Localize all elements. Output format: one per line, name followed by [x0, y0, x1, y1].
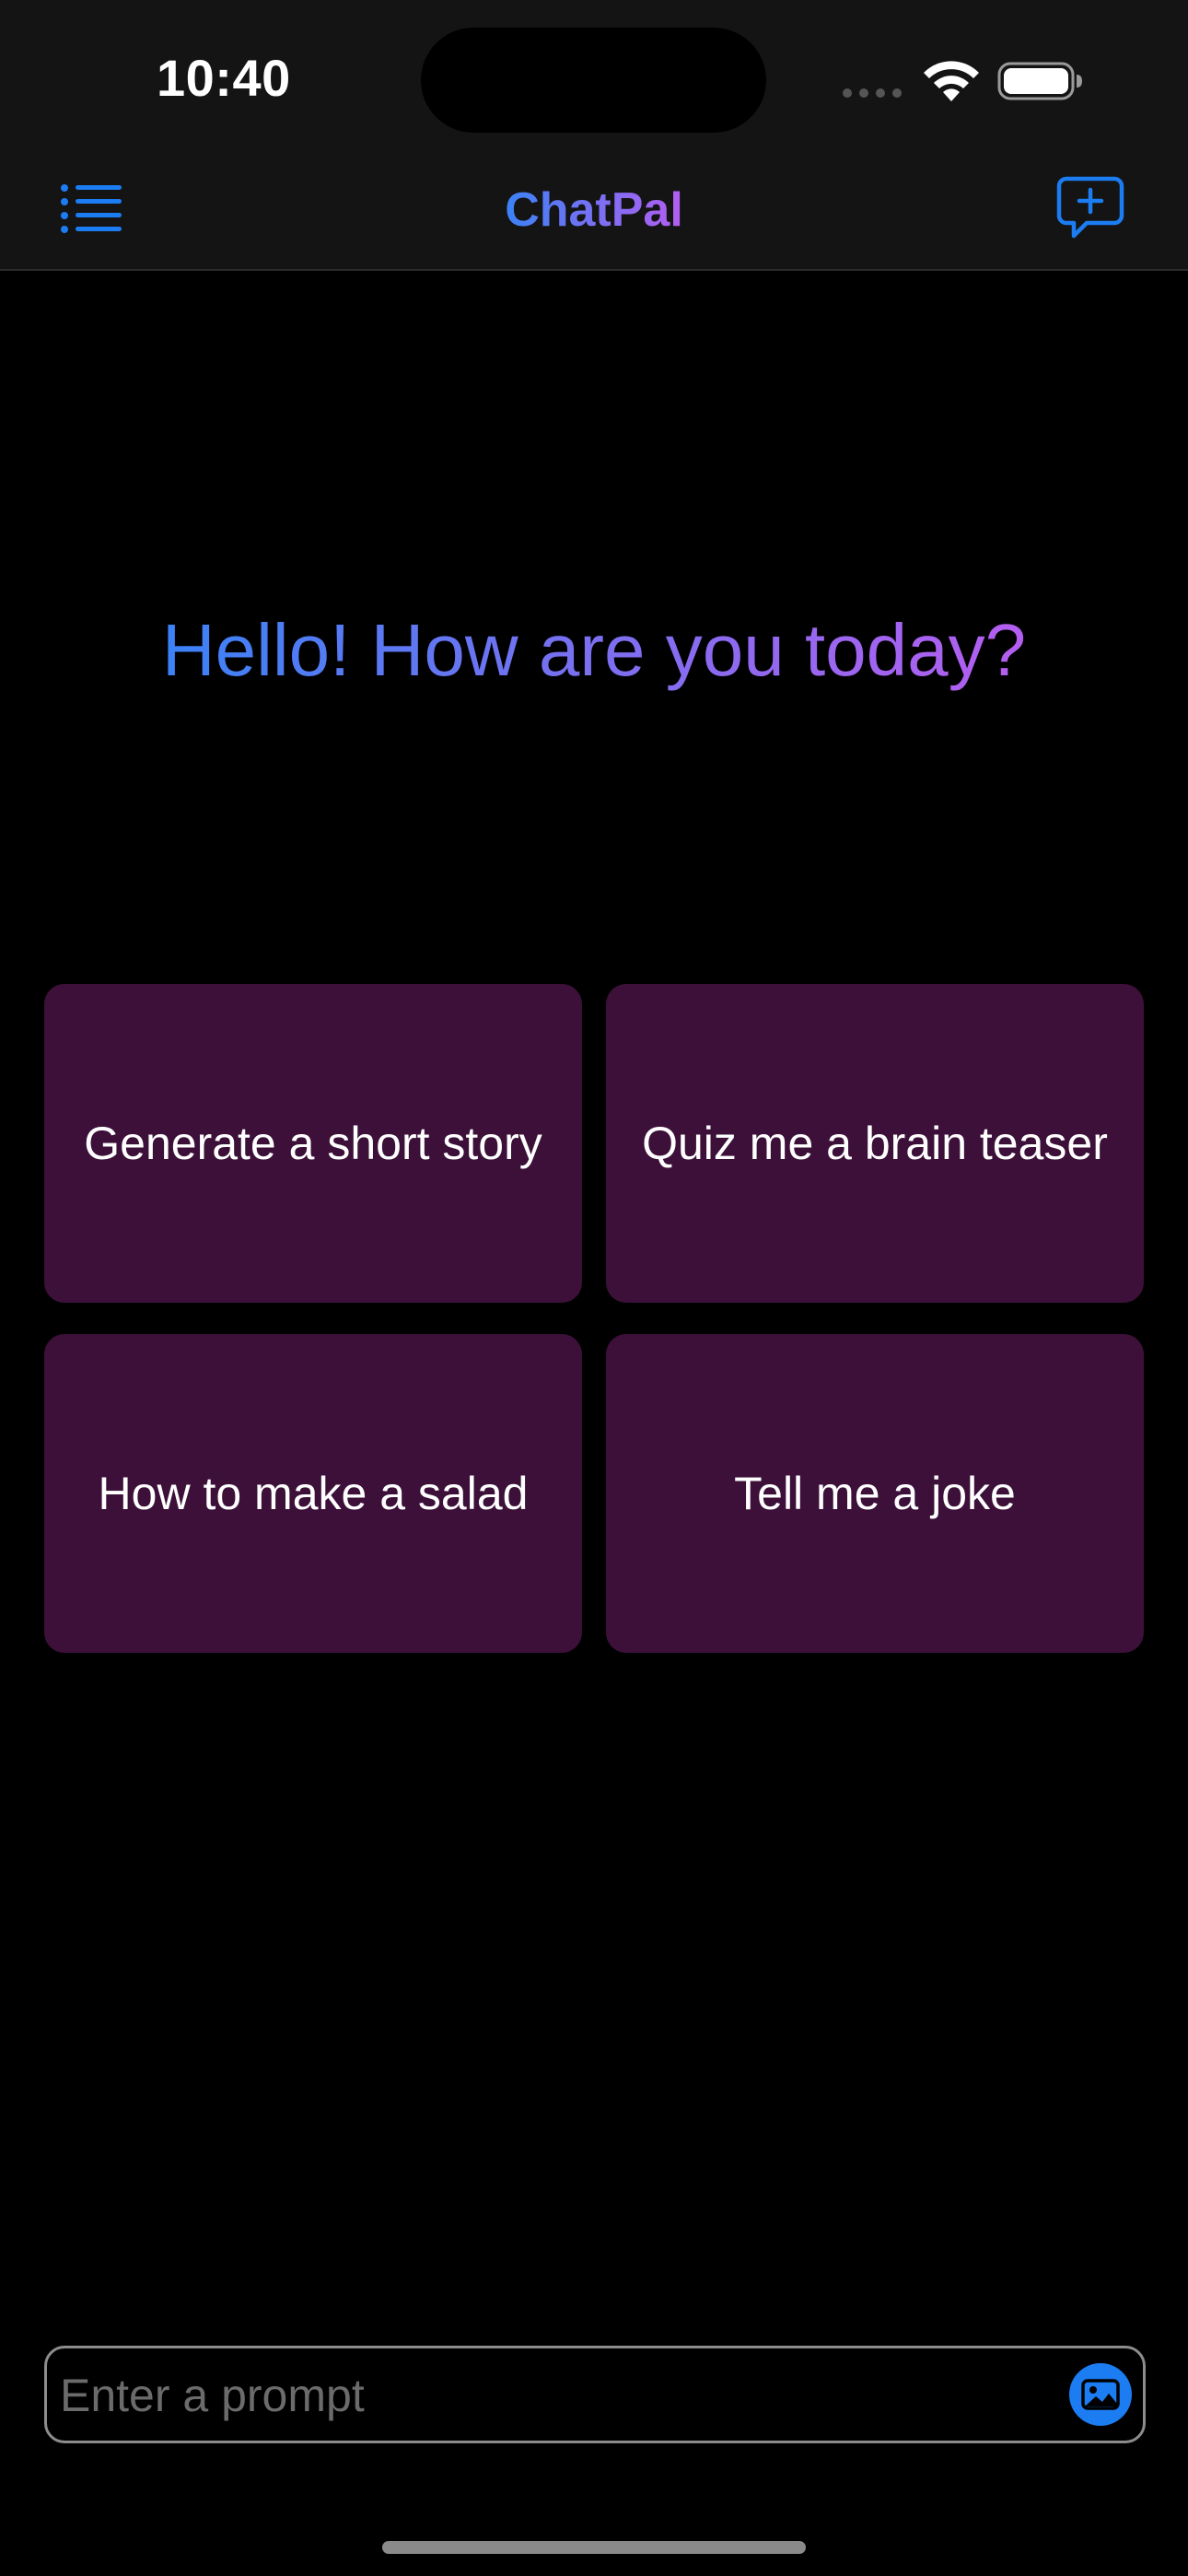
- greeting-heading: Hello! How are you today?: [0, 604, 1188, 697]
- suggestion-card-short-story[interactable]: Generate a short story: [44, 984, 582, 1303]
- suggestion-label: How to make a salad: [98, 1468, 529, 1519]
- wifi-icon: [924, 61, 979, 101]
- prompt-composer: [44, 2346, 1146, 2443]
- battery-icon: [997, 62, 1082, 100]
- top-bar: 10:40 ChatPal: [0, 0, 1188, 271]
- photo-icon: [1081, 2379, 1120, 2410]
- attach-image-button[interactable]: [1069, 2363, 1132, 2426]
- dynamic-island: [421, 28, 766, 133]
- suggestion-label: Generate a short story: [84, 1118, 542, 1169]
- status-time: 10:40: [157, 49, 291, 107]
- home-indicator: [382, 2541, 806, 2554]
- suggestion-grid: Generate a short story Quiz me a brain t…: [44, 984, 1144, 1653]
- suggestion-card-salad[interactable]: How to make a salad: [44, 1334, 582, 1653]
- app-title: ChatPal: [0, 181, 1188, 240]
- suggestion-card-joke[interactable]: Tell me a joke: [606, 1334, 1144, 1653]
- new-chat-button[interactable]: [1055, 175, 1125, 241]
- prompt-input[interactable]: [58, 2361, 1019, 2430]
- suggestion-card-brain-teaser[interactable]: Quiz me a brain teaser: [606, 984, 1144, 1303]
- app-title-text: ChatPal: [505, 183, 683, 237]
- cellular-signal-icon: [843, 88, 902, 98]
- suggestion-label: Quiz me a brain teaser: [642, 1118, 1108, 1169]
- suggestion-label: Tell me a joke: [734, 1468, 1016, 1519]
- greeting-text: Hello! How are you today?: [161, 609, 1027, 691]
